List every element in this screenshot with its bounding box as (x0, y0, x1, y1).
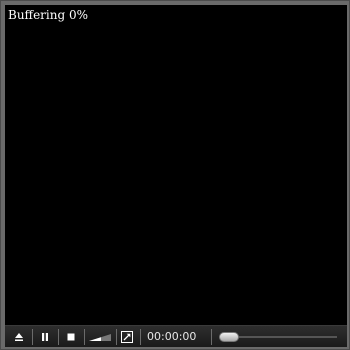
separator (58, 329, 59, 345)
separator (116, 329, 117, 345)
volume-control[interactable] (87, 328, 113, 346)
stop-icon (67, 333, 75, 341)
time-display: 00:00:00 (147, 330, 197, 343)
eject-icon (15, 333, 23, 341)
fullscreen-arrow-icon (121, 331, 133, 343)
control-bar: 00:00:00 (5, 325, 347, 347)
video-area[interactable]: Buffering 0% (5, 5, 347, 325)
video-player: Buffering 0% 00:00:00 (0, 0, 350, 350)
pause-icon (42, 333, 48, 341)
separator (84, 329, 85, 345)
seek-thumb[interactable] (219, 332, 239, 342)
separator (211, 329, 212, 345)
fullscreen-button[interactable] (119, 328, 135, 346)
stop-button[interactable] (61, 328, 81, 346)
separator (32, 329, 33, 345)
buffering-status: Buffering 0% (8, 8, 89, 22)
seek-bar[interactable] (219, 332, 337, 342)
eject-button[interactable] (9, 328, 29, 346)
pause-button[interactable] (35, 328, 55, 346)
separator (140, 329, 141, 345)
volume-ramp-icon (89, 334, 111, 341)
